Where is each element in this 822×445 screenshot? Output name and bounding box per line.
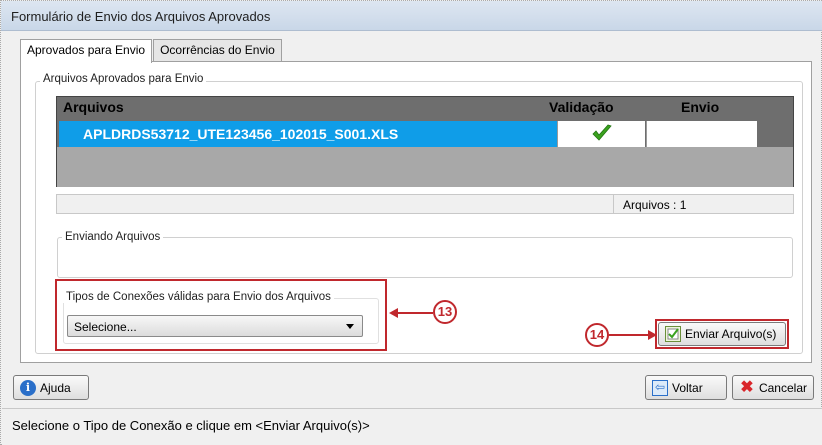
send-files-button[interactable]: Enviar Arquivo(s) xyxy=(658,322,786,346)
status-separator xyxy=(613,195,614,213)
form-window: Formulário de Envio dos Arquivos Aprovad… xyxy=(0,0,822,445)
close-icon: ✖ xyxy=(740,378,754,396)
window-title: Formulário de Envio dos Arquivos Aprovad… xyxy=(11,9,271,24)
column-arquivos[interactable]: Arquivos xyxy=(63,99,124,115)
file-name-cell[interactable]: APLDRDS53712_UTE123456_102015_S001.XLS xyxy=(59,121,557,147)
title-bar: Formulário de Envio dos Arquivos Aprovad… xyxy=(1,1,822,31)
column-envio[interactable]: Envio xyxy=(681,99,719,115)
grid-empty-area xyxy=(57,147,793,187)
tab-aprovados[interactable]: Aprovados para Envio xyxy=(20,39,153,63)
status-bar: Selecione o Tipo de Conexão e clique em … xyxy=(2,408,822,445)
connection-type-value: Selecione... xyxy=(74,320,137,334)
cancel-label: Cancelar xyxy=(758,380,807,395)
connection-type-select[interactable]: Selecione... xyxy=(67,315,363,337)
column-validacao[interactable]: Validação xyxy=(549,99,614,115)
back-arrow-icon: ⇦ xyxy=(652,379,668,396)
files-grid[interactable]: Arquivos Validação Envio APLDRDS53712_UT… xyxy=(56,96,794,187)
connection-group-label: Tipos de Conexões válidas para Envio dos… xyxy=(63,291,334,303)
tab-strip: Aprovados para Envio Ocorrências do Envi… xyxy=(20,39,283,63)
table-row[interactable]: APLDRDS53712_UTE123456_102015_S001.XLS xyxy=(57,121,793,147)
send-icon xyxy=(665,326,681,342)
approved-group-label: Arquivos Aprovados para Envio xyxy=(40,73,207,85)
callout-14: 14 xyxy=(585,323,609,347)
validation-cell xyxy=(557,121,645,147)
callout-13: 13 xyxy=(433,300,457,324)
help-button[interactable]: i Ajuda xyxy=(13,375,89,400)
grid-header: Arquivos Validação Envio xyxy=(57,97,793,119)
chevron-down-icon[interactable] xyxy=(346,324,354,329)
status-text: Selecione o Tipo de Conexão e clique em … xyxy=(12,418,370,433)
send-files-label: Enviar Arquivo(s) xyxy=(685,327,777,341)
back-button[interactable]: ⇦ Voltar xyxy=(645,375,727,400)
info-icon: i xyxy=(20,379,36,396)
tab-ocorrencias[interactable]: Ocorrências do Envio xyxy=(153,39,282,62)
grid-status-strip: Arquivos : 1 xyxy=(56,194,794,214)
help-label: Ajuda xyxy=(40,380,71,395)
callout-13-arrow xyxy=(389,308,433,318)
sending-group-box xyxy=(57,237,793,278)
callout-14-arrow xyxy=(609,330,657,340)
check-icon xyxy=(592,124,612,141)
file-count: Arquivos : 1 xyxy=(623,198,687,212)
back-label: Voltar xyxy=(672,380,703,395)
cancel-button[interactable]: ✖ Cancelar xyxy=(732,375,814,400)
envio-cell xyxy=(646,121,757,147)
sending-group-label: Enviando Arquivos xyxy=(62,231,164,243)
